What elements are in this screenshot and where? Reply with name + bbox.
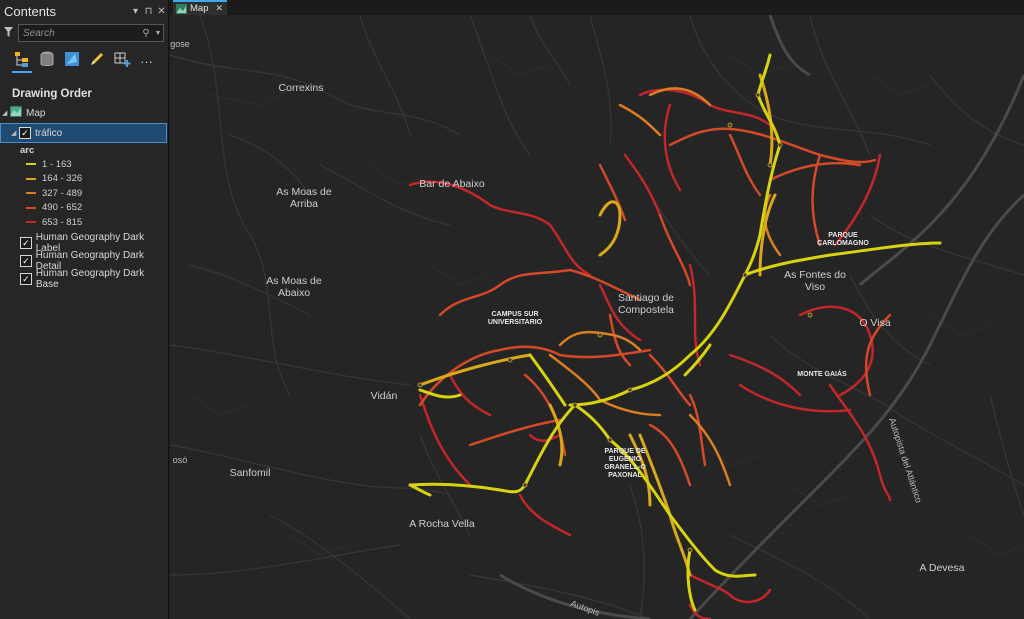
- map-label: gose: [170, 39, 190, 49]
- legend-swatch: [26, 206, 36, 209]
- legend-classes: 1 - 163 164 - 326 327 - 489 490 - 652 65…: [0, 157, 168, 230]
- map-label: Bar de Abaixo: [419, 178, 485, 190]
- map-label: PARQUE CARLOMAGNO: [817, 232, 869, 247]
- legend-class: 490 - 652: [0, 201, 168, 216]
- legend-class: 164 - 326: [0, 172, 168, 187]
- legend-swatch: [26, 221, 36, 224]
- legend-swatch: [26, 177, 36, 180]
- list-by-drawing-order-icon[interactable]: [12, 48, 32, 73]
- more-icon[interactable]: ...: [137, 48, 157, 70]
- map-icon: [176, 3, 187, 14]
- map-icon: [10, 106, 22, 120]
- map-canvas[interactable]: [170, 15, 1024, 619]
- legend-class-label: 653 - 815: [42, 216, 83, 228]
- map-label: Vidán: [370, 390, 398, 402]
- basemap-roads: [170, 15, 1024, 619]
- map-label: osó: [172, 455, 188, 465]
- tab-map[interactable]: Map ✕: [173, 0, 227, 15]
- list-by-selection-icon[interactable]: [62, 48, 82, 70]
- map-view[interactable]: gose osó Correxins As Moas de Arriba As …: [170, 15, 1024, 619]
- contents-title: Contents: [4, 3, 57, 19]
- map-label: A Devesa: [919, 562, 965, 574]
- map-label: MONTE GAIÁS: [797, 371, 847, 378]
- view-tab-bar: Map ✕: [170, 0, 1024, 15]
- layer-visibility-checkbox[interactable]: [20, 254, 32, 267]
- legend-class-label: 490 - 652: [42, 202, 83, 214]
- contents-toolbar: ...: [0, 44, 168, 74]
- legend-swatch: [26, 192, 36, 195]
- legend-swatch: [26, 163, 36, 166]
- legend-class: 327 - 489: [0, 186, 168, 201]
- tree-item-basemap-base[interactable]: Human Geography Dark Base: [0, 267, 168, 290]
- basemap-minor-roads: [189, 54, 1024, 556]
- collapse-arrow-icon[interactable]: ◢: [11, 129, 19, 137]
- tree-item-layer-trafico[interactable]: ◢ tráfico: [0, 123, 167, 143]
- list-by-snapping-icon[interactable]: [112, 48, 132, 70]
- search-box: ⚲ ▼: [18, 24, 164, 42]
- map-label: PARQUE DE EUGENIO GRANELL-O PAXONAL: [604, 448, 646, 479]
- contents-pane: Contents ▾ ⊓ ✕ ⚲ ▼: [0, 0, 169, 619]
- map-label: O Visa: [859, 317, 891, 329]
- tree-item-map[interactable]: ◢ Map: [0, 104, 168, 122]
- map-label: A Rocha Vella: [409, 518, 475, 530]
- layer-name: tráfico: [35, 127, 63, 139]
- collapse-arrow-icon[interactable]: ◢: [2, 109, 10, 117]
- search-row: ⚲ ▼: [0, 22, 168, 44]
- map-label: As Moas de Arriba: [276, 186, 332, 210]
- layer-visibility-checkbox[interactable]: [20, 272, 32, 285]
- contents-title-bar: Contents ▾ ⊓ ✕: [0, 0, 168, 22]
- layer-name: Human Geography Dark Base: [35, 267, 145, 290]
- layer-visibility-checkbox[interactable]: [20, 236, 32, 249]
- map-label: Correxins: [278, 82, 324, 94]
- close-icon[interactable]: ✕: [155, 6, 168, 17]
- traffic-network: [408, 53, 942, 619]
- pane-options-icon[interactable]: ▾: [129, 6, 142, 17]
- layer-visibility-checkbox[interactable]: [19, 127, 31, 139]
- legend-class-label: 1 - 163: [42, 158, 72, 170]
- filter-icon[interactable]: [4, 26, 18, 40]
- map-label: Sanfomil: [229, 467, 271, 479]
- pin-icon[interactable]: ⊓: [142, 6, 155, 17]
- close-tab-icon[interactable]: ✕: [215, 3, 223, 14]
- search-input[interactable]: [19, 27, 139, 39]
- legend-field-name: arc: [20, 144, 35, 156]
- list-by-editing-icon[interactable]: [87, 48, 107, 70]
- legend-class: 653 - 815: [0, 215, 168, 230]
- legend-class-label: 327 - 489: [42, 187, 83, 199]
- list-by-data-source-icon[interactable]: [37, 48, 57, 70]
- map-label: As Moas de Abaixo: [266, 275, 322, 299]
- search-icon[interactable]: ⚲: [139, 28, 153, 39]
- search-options-icon[interactable]: ▼: [153, 30, 163, 37]
- map-label: CAMPUS SUR UNIVERSITARIO: [487, 311, 543, 326]
- legend-class: 1 - 163: [0, 157, 168, 172]
- legend-class-label: 164 - 326: [42, 173, 83, 185]
- tab-map-label: Map: [190, 3, 209, 14]
- map-label: Santiago de Compostela: [617, 292, 675, 316]
- map-label: As Fontes do Viso: [784, 269, 846, 293]
- drawing-order-heading: Drawing Order: [12, 88, 92, 100]
- tree-item-map-label: Map: [26, 107, 46, 119]
